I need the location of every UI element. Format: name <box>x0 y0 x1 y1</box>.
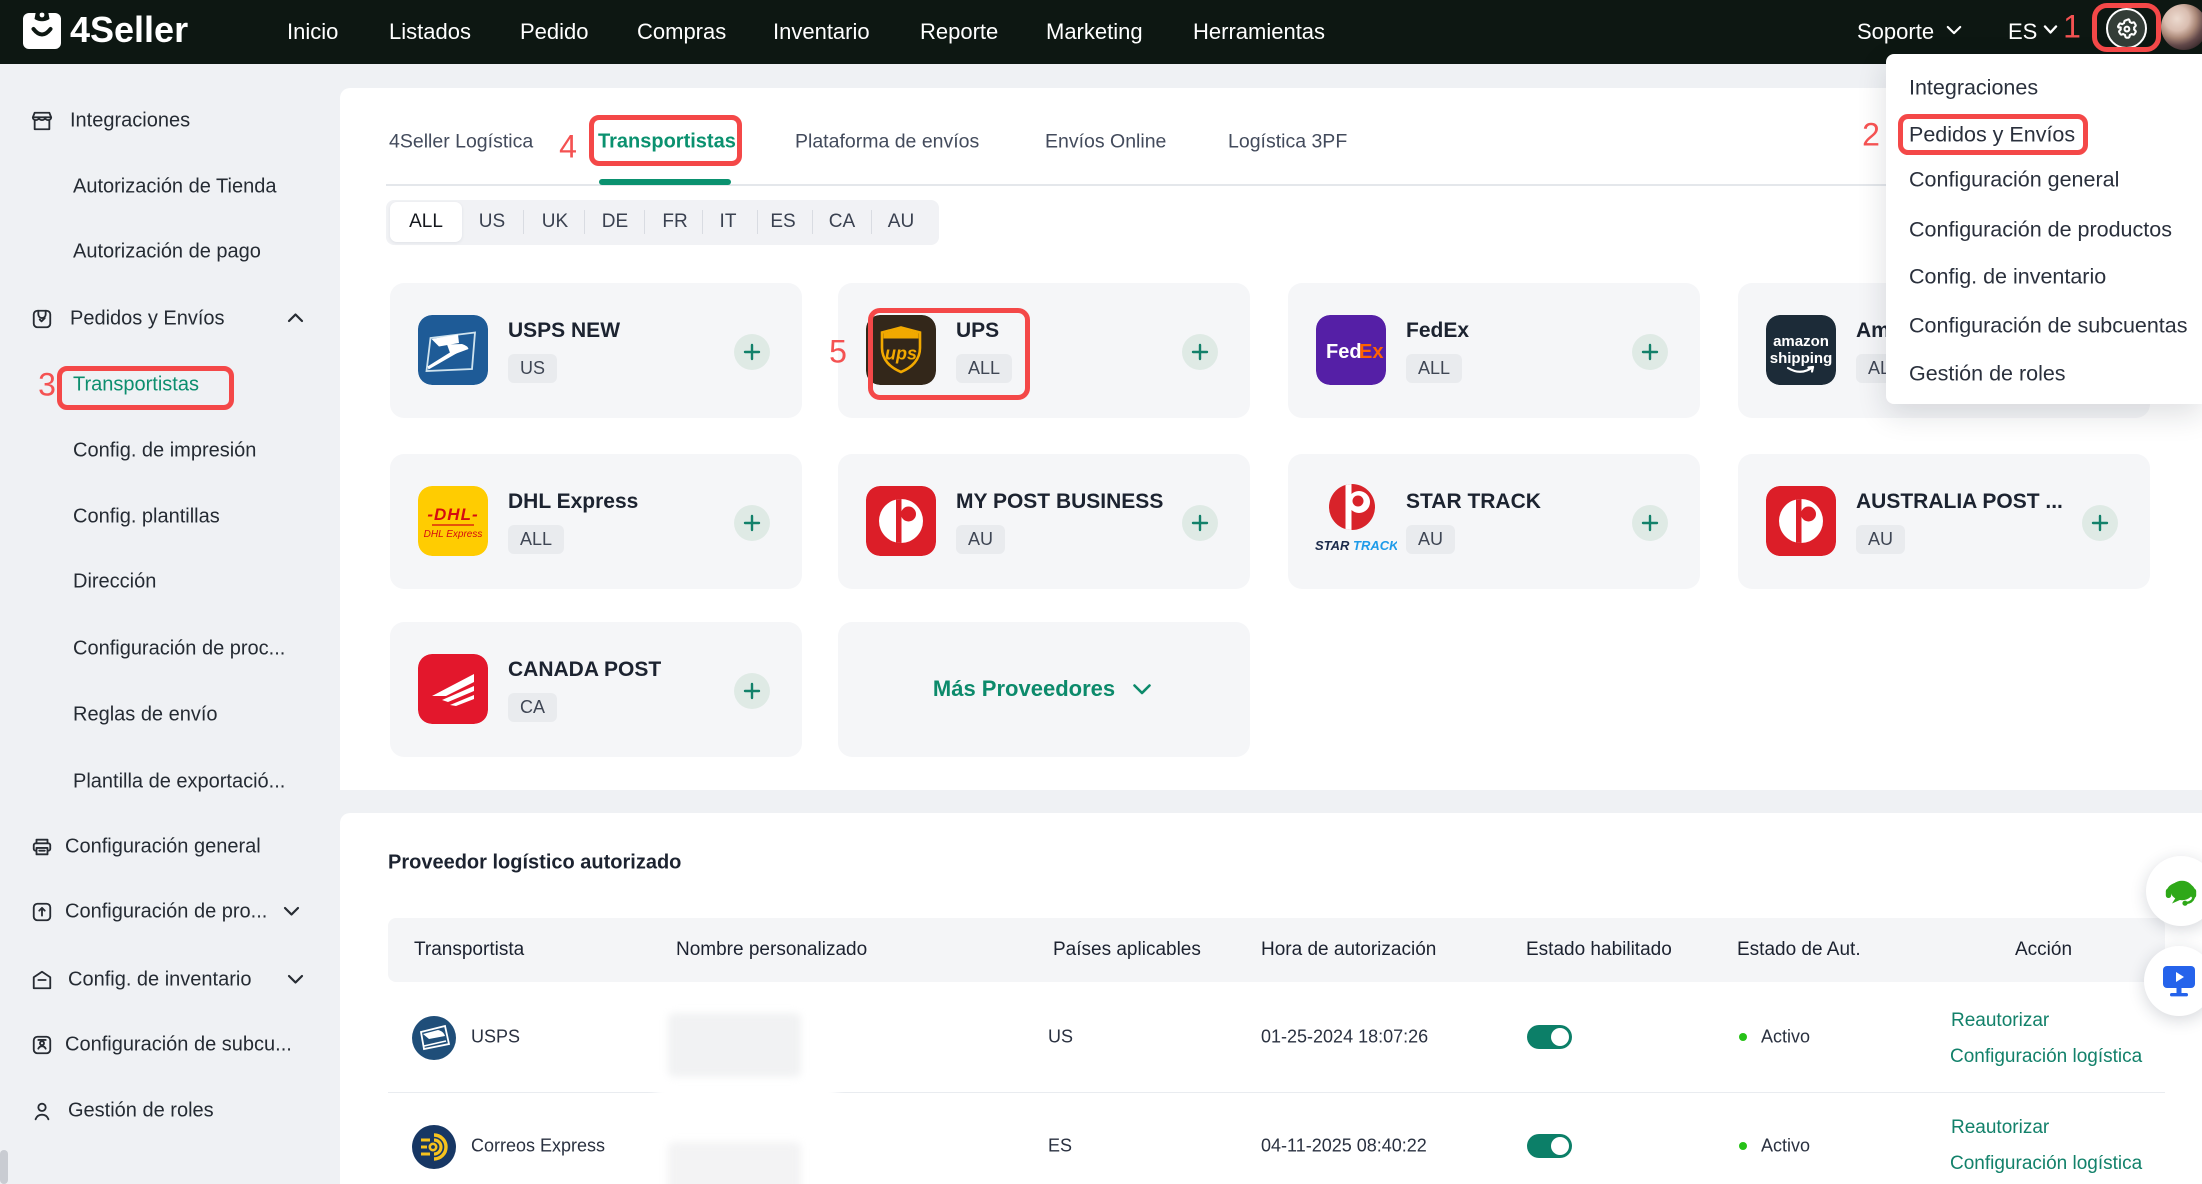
svg-text:Fed: Fed <box>1326 341 1362 363</box>
svg-text:STAR: STAR <box>1315 538 1350 553</box>
svg-text:shipping: shipping <box>1770 350 1833 367</box>
svg-text:Ex: Ex <box>1359 341 1383 363</box>
svg-text:amazon: amazon <box>1773 333 1829 350</box>
svg-text:-DHL-: -DHL- <box>427 505 478 524</box>
svg-text:TRACK: TRACK <box>1353 538 1397 553</box>
svg-text:DHL Express: DHL Express <box>424 529 483 540</box>
